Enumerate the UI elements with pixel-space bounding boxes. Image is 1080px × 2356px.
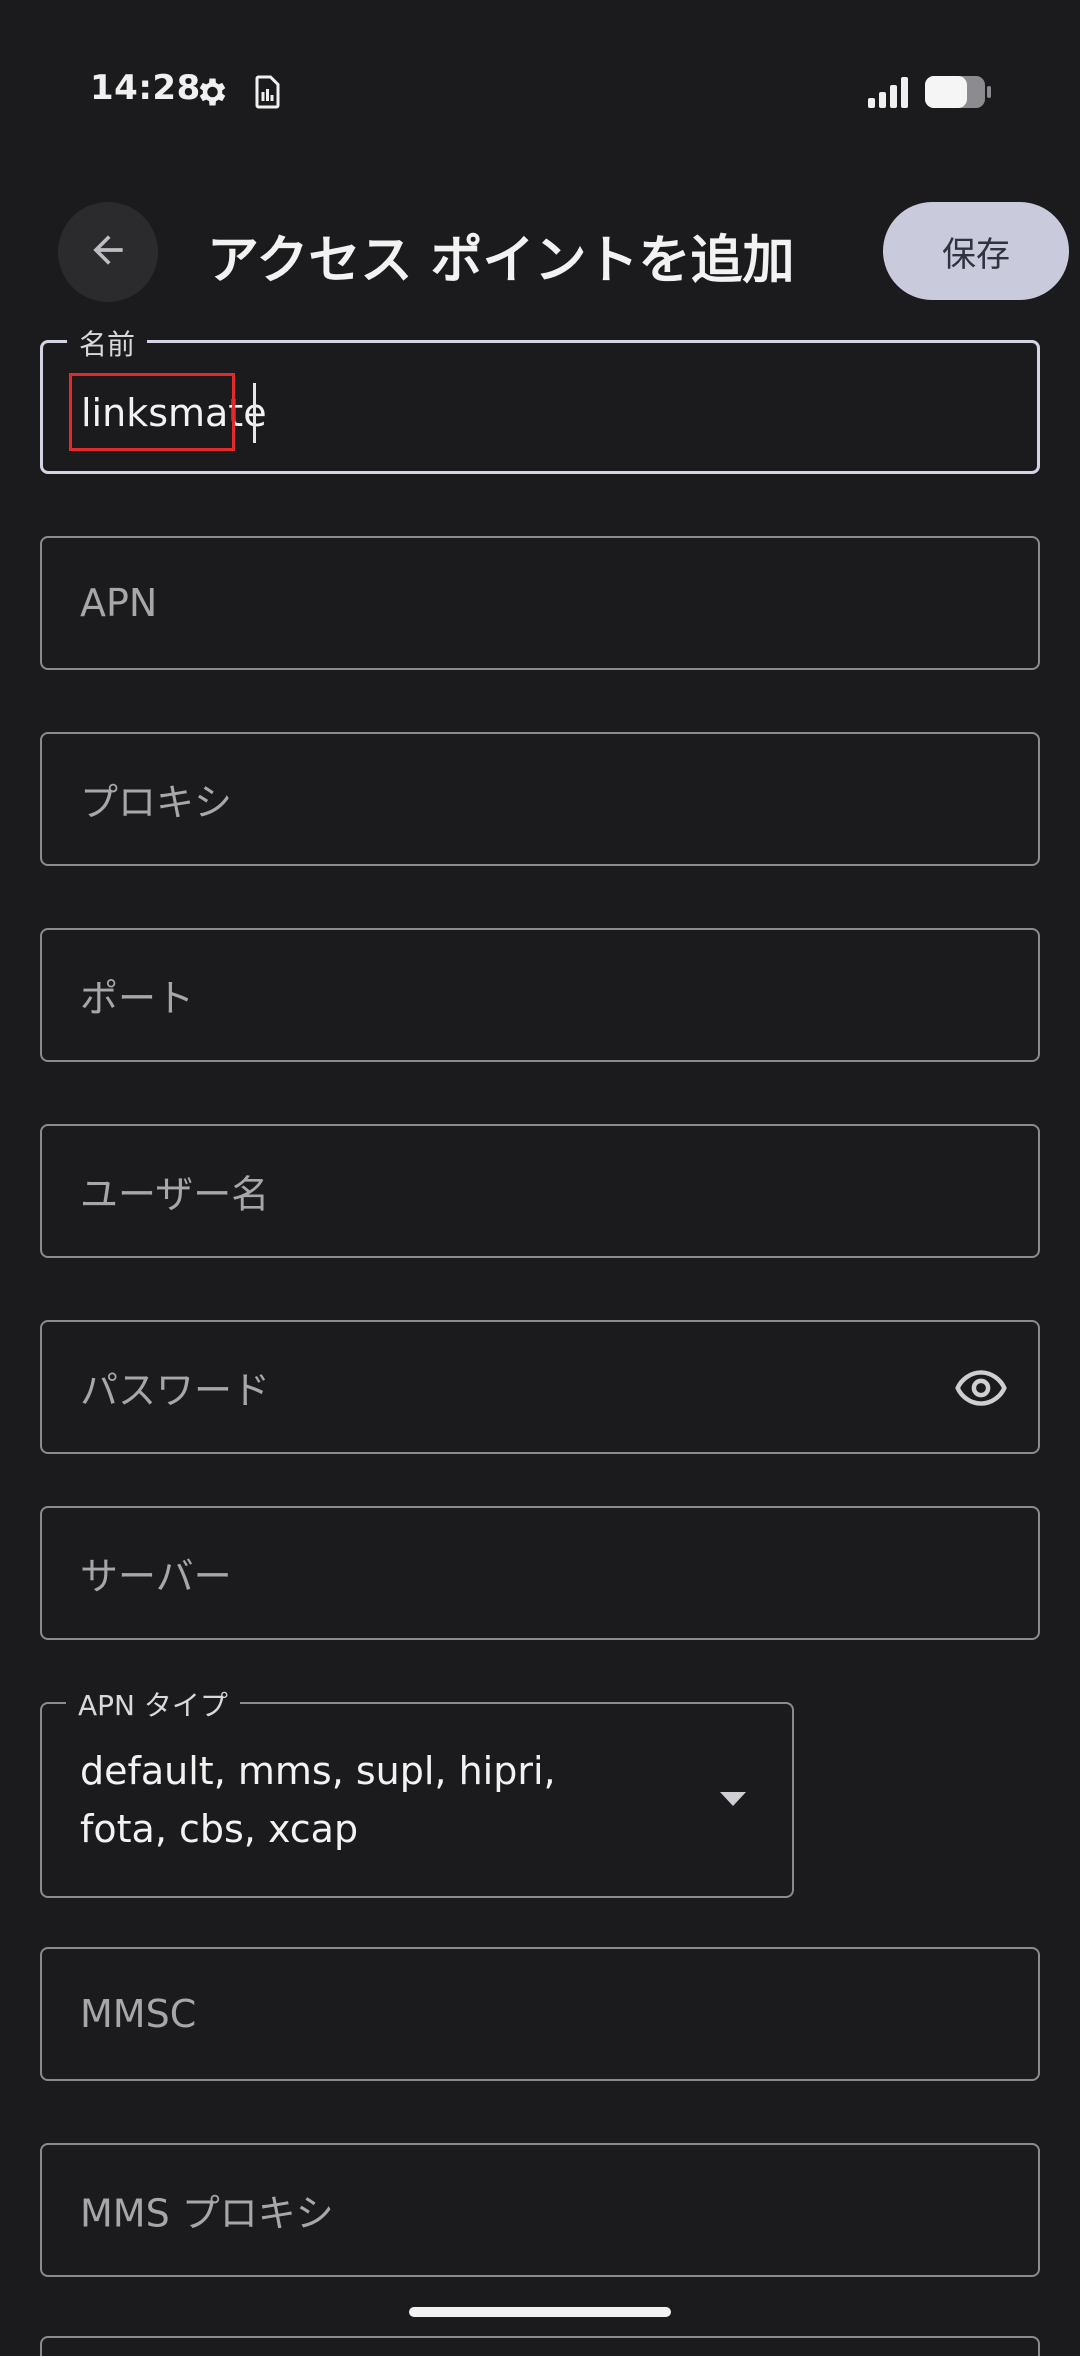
home-indicator[interactable] bbox=[409, 2307, 671, 2317]
app-bar: アクセス ポイントを追加 保存 bbox=[0, 190, 1080, 310]
password-field-placeholder: パスワード bbox=[80, 1368, 271, 1413]
name-field-label: 名前 bbox=[67, 323, 148, 363]
mmsc-field[interactable]: MMSC bbox=[40, 1947, 1040, 2081]
sim-card-icon bbox=[250, 74, 282, 114]
username-field[interactable]: ユーザー名 bbox=[40, 1124, 1040, 1258]
next-field-partial bbox=[40, 2336, 1040, 2356]
gear-icon bbox=[193, 74, 229, 114]
apn-field-placeholder: APN bbox=[80, 581, 158, 625]
username-field-placeholder: ユーザー名 bbox=[80, 1172, 270, 1217]
save-button[interactable]: 保存 bbox=[883, 202, 1069, 300]
proxy-field-placeholder: プロキシ bbox=[80, 780, 233, 825]
port-field[interactable]: ポート bbox=[40, 928, 1040, 1062]
text-cursor bbox=[253, 383, 256, 443]
battery-icon bbox=[924, 75, 992, 113]
port-field-placeholder: ポート bbox=[80, 976, 195, 1021]
mms-proxy-field-placeholder: MMS プロキシ bbox=[80, 2191, 334, 2236]
proxy-field[interactable]: プロキシ bbox=[40, 732, 1040, 866]
server-field[interactable]: サーバー bbox=[40, 1506, 1040, 1640]
mmsc-field-placeholder: MMSC bbox=[80, 1992, 197, 2036]
apn-type-select[interactable]: APN タイプ default, mms, supl, hipri, fota,… bbox=[40, 1684, 794, 1898]
apn-field[interactable]: APN bbox=[40, 536, 1040, 670]
password-field[interactable]: パスワード bbox=[40, 1320, 1040, 1454]
name-field[interactable]: 名前 linksmate bbox=[40, 323, 1040, 474]
dropdown-arrow-icon bbox=[720, 1792, 746, 1806]
arrow-left-icon bbox=[86, 228, 130, 276]
back-button[interactable] bbox=[58, 202, 158, 302]
apn-type-label: APN タイプ bbox=[66, 1684, 240, 1724]
mms-proxy-field[interactable]: MMS プロキシ bbox=[40, 2143, 1040, 2277]
page-title: アクセス ポイントを追加 bbox=[207, 231, 795, 291]
apn-type-value: default, mms, supl, hipri, fota, cbs, xc… bbox=[80, 1749, 556, 1851]
status-bar: 14:28 bbox=[0, 0, 1080, 150]
server-field-placeholder: サーバー bbox=[80, 1554, 232, 1599]
status-time: 14:28 bbox=[90, 68, 201, 108]
signal-icon bbox=[868, 76, 910, 112]
eye-icon[interactable] bbox=[954, 1368, 1008, 1412]
highlight-box bbox=[69, 373, 235, 451]
